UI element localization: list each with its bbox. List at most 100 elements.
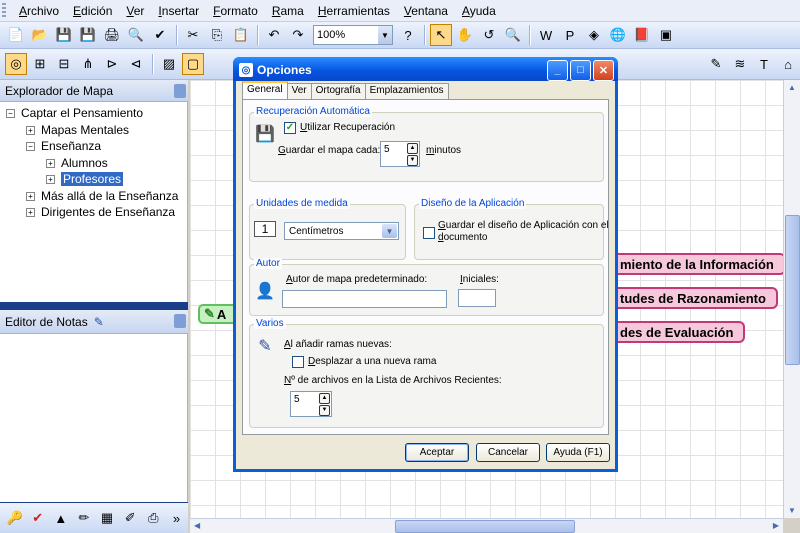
help-icon[interactable]: ? <box>397 24 419 46</box>
chevron-down-icon[interactable]: ▼ <box>382 224 397 238</box>
notes-editor-area[interactable] <box>0 334 188 502</box>
word-export-icon[interactable]: W <box>535 24 557 46</box>
copy-icon[interactable]: ⎘ <box>206 24 228 46</box>
boundary-icon[interactable]: ▢ <box>182 53 204 75</box>
increment-icon[interactable]: ▲ <box>319 393 330 404</box>
units-select[interactable]: Centímetros ▼ <box>284 222 399 240</box>
key-icon[interactable]: 🔑 <box>4 507 25 529</box>
horizontal-scrollbar[interactable]: ◀ ▶ <box>190 518 783 533</box>
menu-ventana[interactable]: Ventana <box>397 1 455 21</box>
zoom-icon[interactable]: 🔍 <box>502 24 524 46</box>
expand-icon[interactable]: + <box>26 191 35 201</box>
save-interval-stepper[interactable]: 5 ▲ ▼ <box>380 141 420 167</box>
recent-files-stepper[interactable]: 5 ▲ ▼ <box>290 391 332 417</box>
notes-edit-icon[interactable]: ✎ <box>94 315 104 329</box>
pencil-icon[interactable]: ✏ <box>73 507 94 529</box>
open-folder-icon[interactable]: 📂 <box>29 24 51 46</box>
collapse-icon[interactable]: − <box>26 141 35 151</box>
pane-options-icon[interactable] <box>174 84 186 98</box>
horizontal-scroll-thumb[interactable] <box>395 520 575 533</box>
hierarchy-icon[interactable]: ⋔ <box>77 53 99 75</box>
landscape-icon[interactable]: ▲ <box>50 507 71 529</box>
pane-splitter[interactable] <box>0 302 188 310</box>
spellcheck-icon[interactable]: ✔ <box>149 24 171 46</box>
tab-emplazamientos[interactable]: Emplazamientos <box>364 83 449 99</box>
cut-icon[interactable]: ✂ <box>182 24 204 46</box>
menu-formato[interactable]: Formato <box>206 1 265 21</box>
branch-left-icon[interactable]: ⊲ <box>125 53 147 75</box>
tree-layout-icon[interactable]: ⊟ <box>53 53 75 75</box>
save-icon[interactable]: 💾 <box>53 24 75 46</box>
menu-rama[interactable]: Rama <box>265 1 311 21</box>
paste-icon[interactable]: 📋 <box>230 24 252 46</box>
expand-icon[interactable]: + <box>46 174 55 184</box>
line-style-icon[interactable]: ≋ <box>729 53 751 75</box>
cancel-button[interactable]: Cancelar <box>476 443 540 462</box>
tree-item-profesores[interactable]: + Profesores <box>46 172 124 186</box>
org-chart-icon[interactable]: ⊞ <box>29 53 51 75</box>
undo-icon[interactable]: ↶ <box>263 24 285 46</box>
pane-options-icon[interactable] <box>174 314 186 328</box>
check-mark-icon[interactable]: ✔ <box>27 507 48 529</box>
expand-icon[interactable]: + <box>26 207 35 217</box>
menu-edicion[interactable]: Edición <box>66 1 119 21</box>
tab-general[interactable]: General <box>242 81 288 99</box>
initials-input[interactable] <box>458 289 496 307</box>
menu-insertar[interactable]: Insertar <box>151 1 206 21</box>
map-style-icon[interactable]: ◎ <box>5 53 27 75</box>
topic-evaluacion[interactable]: des de Evaluación <box>608 321 746 343</box>
accept-button[interactable]: Aceptar <box>405 443 469 462</box>
chevron-down-icon[interactable]: ▼ <box>378 26 392 44</box>
save-as-icon[interactable]: 💾 <box>77 24 99 46</box>
scroll-down-icon[interactable]: ▼ <box>788 506 796 515</box>
line-color-icon[interactable]: ✎ <box>705 53 727 75</box>
web-export-icon[interactable]: 🌐 <box>607 24 629 46</box>
scroll-up-icon[interactable]: ▲ <box>788 83 796 92</box>
hand-pan-icon[interactable]: ✋ <box>454 24 476 46</box>
tree-item-mas-alla[interactable]: + Más allá de la Enseñanza <box>26 189 178 203</box>
text-format-icon[interactable]: T <box>753 53 775 75</box>
scroll-right-icon[interactable]: ▶ <box>773 521 779 530</box>
decrement-icon[interactable]: ▼ <box>407 155 418 166</box>
new-document-icon[interactable]: 📄 <box>5 24 27 46</box>
close-icon[interactable]: ✕ <box>593 59 614 81</box>
tree-item-mapas[interactable]: + Mapas Mentales <box>26 123 129 137</box>
tree-item-captar[interactable]: − Captar el Pensamiento <box>6 106 143 120</box>
menu-ver[interactable]: Ver <box>119 1 151 21</box>
redo-icon[interactable]: ↷ <box>287 24 309 46</box>
menu-grip[interactable] <box>2 2 6 19</box>
save-app-design-checkbox[interactable] <box>423 227 435 239</box>
print-preview-icon[interactable]: 🔍 <box>125 24 147 46</box>
zoom-select[interactable]: 100% ▼ <box>313 25 393 45</box>
use-recovery-checkbox[interactable]: ✓ <box>284 122 296 134</box>
maximize-icon[interactable]: □ <box>570 59 591 81</box>
project-export-icon[interactable]: ◈ <box>583 24 605 46</box>
arrange-icon[interactable]: ⌂ <box>777 53 799 75</box>
more-icon[interactable]: » <box>166 507 187 529</box>
select-pointer-icon[interactable]: ↖ <box>430 24 452 46</box>
powerpoint-export-icon[interactable]: P <box>559 24 581 46</box>
topic-razonamiento[interactable]: tudes de Razonamiento <box>608 287 778 309</box>
rotate-icon[interactable]: ↺ <box>478 24 500 46</box>
brush-icon[interactable]: ✐ <box>120 507 141 529</box>
move-to-new-branch-checkbox[interactable] <box>292 356 304 368</box>
decrement-icon[interactable]: ▼ <box>319 405 330 416</box>
branch-right-icon[interactable]: ⊳ <box>101 53 123 75</box>
tab-ortografia[interactable]: Ortografía <box>310 83 366 99</box>
tree-item-alumnos[interactable]: + Alumnos <box>46 156 108 170</box>
menu-herramientas[interactable]: Herramientas <box>311 1 397 21</box>
pdf-export-icon[interactable]: 📕 <box>631 24 653 46</box>
minimize-icon[interactable]: _ <box>547 59 568 81</box>
menu-archivo[interactable]: Archivo <box>12 1 66 21</box>
help-button[interactable]: Ayuda (F1) <box>546 443 610 462</box>
tree-item-ensenanza[interactable]: − Enseñanza <box>26 139 101 153</box>
default-author-input[interactable] <box>282 290 447 308</box>
printer-small-icon[interactable]: ⎙ <box>143 507 164 529</box>
menu-ayuda[interactable]: Ayuda <box>455 1 503 21</box>
image-export-icon[interactable]: ▣ <box>655 24 677 46</box>
vertical-scroll-thumb[interactable] <box>785 215 800 365</box>
image-insert-icon[interactable]: ▨ <box>158 53 180 75</box>
collapse-icon[interactable]: − <box>6 108 15 118</box>
tab-ver[interactable]: Ver <box>286 83 312 99</box>
increment-icon[interactable]: ▲ <box>407 143 418 154</box>
